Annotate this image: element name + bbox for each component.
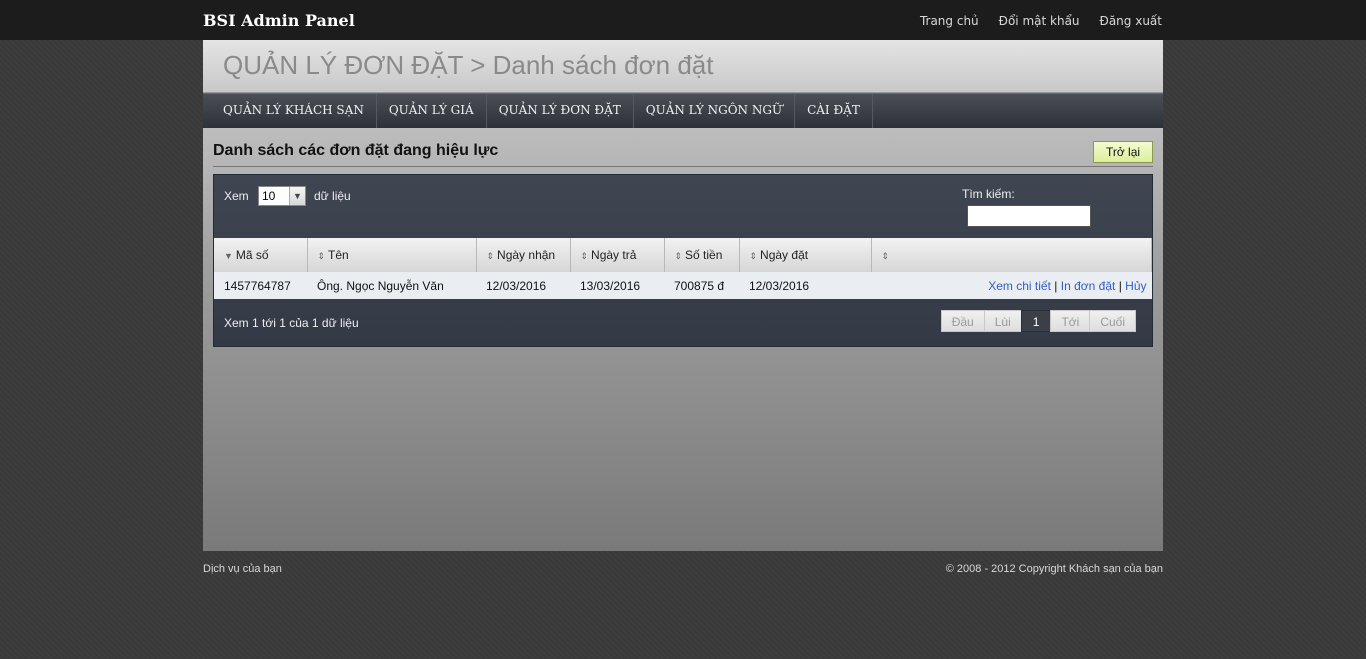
separator: | <box>1054 278 1058 293</box>
table-info: Xem 1 tới 1 của 1 dữ liệu <box>224 316 359 330</box>
search-input[interactable] <box>967 205 1091 227</box>
print-order-link[interactable]: In đơn đặt <box>1061 279 1116 293</box>
col-header-ngay-dat[interactable]: ⇕ Ngày đặt <box>739 238 872 272</box>
content-area: Danh sách các đơn đặt đang hiệu lực Trở … <box>203 128 1163 551</box>
prev-page-button[interactable]: Lùi <box>983 310 1022 332</box>
table-header-row: ▼ Mã số ⇕ Tên ⇕ Ngày nhận ⇕ Ngày trả ⇕ Số tiề… <box>214 238 1152 272</box>
sort-icon: ⇕ <box>580 251 589 261</box>
home-link[interactable]: Trang chủ <box>920 14 979 28</box>
footer-copyright: © 2008 - 2012 Copyright Khách sạn của bạ… <box>945 563 1163 575</box>
cell-ten: Ông. Ngọc Nguyễn Văn <box>307 272 476 299</box>
nav-order-management[interactable]: QUẢN LÝ ĐƠN ĐẶT <box>487 94 634 128</box>
footer-left: Dịch vụ của bạn <box>203 563 282 575</box>
length-suffix: dữ liệu <box>314 189 351 203</box>
col-header-so-tien[interactable]: ⇕ Số tiền <box>664 238 740 272</box>
cell-ngay-nhan: 12/03/2016 <box>476 272 570 299</box>
sort-icon: ⇕ <box>674 251 683 261</box>
brand-title: BSI Admin Panel <box>203 11 355 30</box>
cell-ngay-dat: 12/03/2016 <box>739 272 871 299</box>
cell-ngay-tra: 13/03/2016 <box>570 272 664 299</box>
change-password-link[interactable]: Đổi mật khẩu <box>999 14 1080 28</box>
page-header: QUẢN LÝ ĐƠN ĐẶT > Danh sách đơn đặt <box>203 40 1163 93</box>
top-nav: Trang chủ Đổi mật khẩu Đăng xuất <box>920 14 1162 28</box>
nav-hotel-management[interactable]: QUẢN LÝ KHÁCH SẠN <box>203 94 377 128</box>
col-header-ngay-tra[interactable]: ⇕ Ngày trả <box>570 238 665 272</box>
section-title: Danh sách các đơn đặt đang hiệu lực <box>213 142 499 159</box>
search-label: Tìm kiếm: <box>962 187 1015 201</box>
logout-link[interactable]: Đăng xuất <box>1100 14 1162 28</box>
nav-settings[interactable]: CÀI ĐẶT <box>795 94 873 128</box>
main-nav: QUẢN LÝ KHÁCH SẠN QUẢN LÝ GIÁ QUẢN LÝ ĐƠ… <box>203 93 1163 128</box>
main-container: QUẢN LÝ ĐƠN ĐẶT > Danh sách đơn đặt QUẢN… <box>203 40 1163 551</box>
first-page-button[interactable]: Đầu <box>940 310 985 332</box>
col-header-ma-so[interactable]: ▼ Mã số <box>214 238 308 272</box>
cancel-order-link[interactable]: Hủy <box>1125 279 1146 293</box>
sort-desc-icon: ▼ <box>224 251 233 261</box>
back-button[interactable]: Trở lại <box>1093 141 1153 163</box>
nav-price-management[interactable]: QUẢN LÝ GIÁ <box>377 94 487 128</box>
sort-icon: ⇕ <box>317 251 326 261</box>
orders-table: ▼ Mã số ⇕ Tên ⇕ Ngày nhận ⇕ Ngày trả ⇕ Số tiề… <box>214 238 1152 299</box>
chevron-down-icon: ▼ <box>289 187 305 205</box>
cell-so-tien: 700875 đ <box>664 272 739 299</box>
sort-icon: ⇕ <box>486 251 495 261</box>
pagination: Đầu Lùi 1 Tới Cuối <box>940 310 1136 332</box>
divider <box>213 166 1153 167</box>
cell-actions: Xem chi tiết | In đơn đặt | Hủy <box>871 272 1152 299</box>
page-1-button[interactable]: 1 <box>1020 310 1052 332</box>
nav-language-management[interactable]: QUẢN LÝ NGÔN NGỮ <box>634 94 796 128</box>
col-header-ten[interactable]: ⇕ Tên <box>307 238 477 272</box>
top-bar: BSI Admin Panel Trang chủ Đổi mật khẩu Đ… <box>0 0 1366 40</box>
page-title: QUẢN LÝ ĐƠN ĐẶT > Danh sách đơn đặt <box>223 50 714 80</box>
page-length-select[interactable]: 10 ▼ <box>258 186 306 206</box>
col-header-actions[interactable]: ⇕ <box>871 238 1152 272</box>
last-page-button[interactable]: Cuối <box>1089 310 1136 332</box>
sort-icon: ⇕ <box>749 251 758 261</box>
cell-ma-so: 1457764787 <box>214 272 307 299</box>
length-label: Xem <box>224 189 249 203</box>
next-page-button[interactable]: Tới <box>1050 310 1091 332</box>
col-header-ngay-nhan[interactable]: ⇕ Ngày nhận <box>476 238 571 272</box>
orders-table-panel: Xem 10 ▼ dữ liệu Tìm kiếm: ▼ Mã số ⇕ Tên ⇕… <box>213 174 1153 347</box>
page-length-value: 10 <box>262 189 276 203</box>
view-details-link[interactable]: Xem chi tiết <box>988 279 1051 293</box>
separator: | <box>1118 278 1122 293</box>
table-row: 1457764787 Ông. Ngọc Nguyễn Văn 12/03/20… <box>214 272 1152 299</box>
sort-icon: ⇕ <box>881 251 890 261</box>
